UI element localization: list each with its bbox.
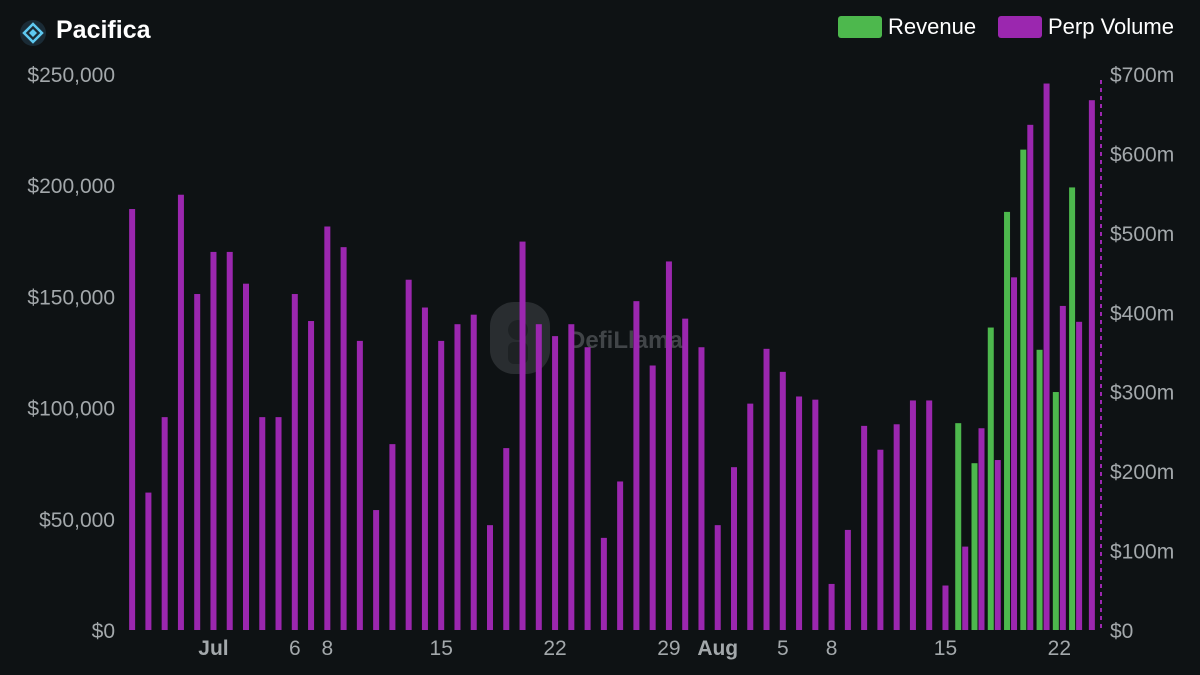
bar-perp-volume xyxy=(665,261,672,630)
bar-perp-volume xyxy=(503,448,510,630)
bar-perp-volume xyxy=(1059,305,1066,630)
bar-perp-volume xyxy=(487,525,493,630)
bar-revenue xyxy=(1069,187,1076,630)
bar-perp-volume xyxy=(356,340,363,630)
bar-perp-volume xyxy=(405,279,412,630)
y-right-tick-label: $100m xyxy=(1110,541,1174,564)
bar-perp-volume xyxy=(763,348,770,630)
bar-perp-volume xyxy=(161,417,168,630)
bar-perp-volume xyxy=(779,371,786,630)
bar-perp-volume xyxy=(145,492,152,630)
x-axis: Jul 6 8 15 22 29 Aug 5 8 15 22 xyxy=(198,637,1071,660)
bar-revenue xyxy=(1020,149,1027,630)
bar-perp-volume xyxy=(926,400,933,630)
x-tick-label: 22 xyxy=(543,637,566,660)
bar-perp-volume xyxy=(194,294,201,630)
y-left-tick-label: $150,000 xyxy=(27,286,115,309)
bar-perp-volume xyxy=(389,444,396,630)
bar-perp-volume xyxy=(962,546,969,630)
bar-perp-volume xyxy=(210,251,217,631)
bar-perp-volume xyxy=(552,336,559,630)
bar-perp-volume xyxy=(1088,100,1095,630)
bar-perp-volume xyxy=(308,321,315,630)
bar-perp-volume xyxy=(584,347,591,630)
y-left-tick-label: $200,000 xyxy=(27,175,115,198)
bar-perp-volume xyxy=(812,399,819,630)
bar-perp-volume xyxy=(844,529,851,630)
bar-perp-volume xyxy=(731,467,737,630)
bar-perp-volume xyxy=(226,251,233,631)
bar-perp-volume xyxy=(421,307,428,630)
bar-revenue xyxy=(1052,392,1059,630)
y-left-tick-label: $250,000 xyxy=(27,64,115,87)
bar-revenue xyxy=(1036,349,1043,630)
bar-perp-volume xyxy=(649,365,656,630)
bar-perp-volume xyxy=(1027,124,1034,630)
bar-perp-volume xyxy=(893,424,900,630)
chart-plot: DefiLlama $0$50,000$100,000$150,000$200,… xyxy=(27,64,1174,660)
y-left-tick-label: $50,000 xyxy=(39,509,115,532)
y-right-tick-label: $700m xyxy=(1110,64,1174,87)
bar-revenue xyxy=(1004,211,1011,630)
bar-perp-volume xyxy=(617,481,624,630)
bar-perp-volume xyxy=(600,537,607,630)
bar-perp-volume xyxy=(373,510,380,630)
y-left-tick-label: $0 xyxy=(92,620,115,643)
x-tick-label: 15 xyxy=(430,637,453,660)
x-tick-label: 22 xyxy=(1048,637,1071,660)
y-axis-right: $0 $100m $200m $300m $400m $500m $600m $700m xyxy=(1110,64,1174,643)
x-tick-label: 8 xyxy=(826,637,838,660)
bar-perp-volume xyxy=(129,209,136,630)
y-right-tick-label: $600m xyxy=(1110,143,1174,166)
bar-perp-volume xyxy=(994,460,1001,630)
x-tick-label: 8 xyxy=(321,637,333,660)
bar-perp-volume xyxy=(291,294,298,630)
x-tick-label: Jul xyxy=(198,637,228,660)
bar-perp-volume xyxy=(275,417,282,630)
bar-perp-volume xyxy=(324,226,331,630)
bar-perp-volume xyxy=(259,417,266,630)
y-left-tick-label: $100,000 xyxy=(27,398,115,421)
y-right-tick-label: $0 xyxy=(1110,620,1133,643)
y-right-tick-label: $400m xyxy=(1110,302,1174,325)
x-tick-label: 29 xyxy=(657,637,680,660)
bar-perp-volume xyxy=(1011,277,1018,630)
bar-perp-volume xyxy=(682,318,689,630)
x-tick-label: 5 xyxy=(777,637,789,660)
bar-perp-volume xyxy=(828,583,835,630)
bar-perp-volume xyxy=(243,283,249,630)
bar-perp-volume xyxy=(633,301,640,630)
bar-perp-volume xyxy=(470,314,477,630)
bar-perp-volume xyxy=(747,403,754,630)
bar-perp-volume xyxy=(535,324,542,630)
bars xyxy=(129,83,1095,631)
bar-perp-volume xyxy=(877,449,884,630)
bar-perp-volume xyxy=(1076,321,1083,630)
y-right-tick-label: $500m xyxy=(1110,223,1174,246)
y-axis-left: $0 $50,000 $100,000 $150,000 $200,000 $250,00… xyxy=(27,64,115,643)
x-tick-label: 15 xyxy=(934,637,957,660)
bar-perp-volume xyxy=(568,324,575,630)
bar-perp-volume xyxy=(861,425,868,630)
x-tick-label: Aug xyxy=(697,637,738,660)
bar-perp-volume xyxy=(714,525,721,630)
bar-perp-volume xyxy=(978,428,985,630)
bar-revenue xyxy=(987,327,994,630)
y-right-tick-label: $300m xyxy=(1110,382,1174,405)
bar-revenue xyxy=(971,463,978,630)
bar-perp-volume xyxy=(909,400,916,630)
bar-revenue xyxy=(955,423,962,630)
bar-perp-volume xyxy=(796,396,803,630)
y-right-tick-label: $200m xyxy=(1110,461,1174,484)
bar-perp-volume xyxy=(340,247,347,630)
bar-perp-volume xyxy=(698,347,705,630)
bar-perp-volume xyxy=(519,241,526,630)
x-tick-label: 6 xyxy=(289,637,301,660)
bar-perp-volume xyxy=(438,340,445,630)
bar-perp-volume xyxy=(942,585,949,630)
bar-perp-volume xyxy=(177,194,184,630)
bar-perp-volume xyxy=(1043,83,1050,630)
bar-perp-volume xyxy=(454,324,461,630)
